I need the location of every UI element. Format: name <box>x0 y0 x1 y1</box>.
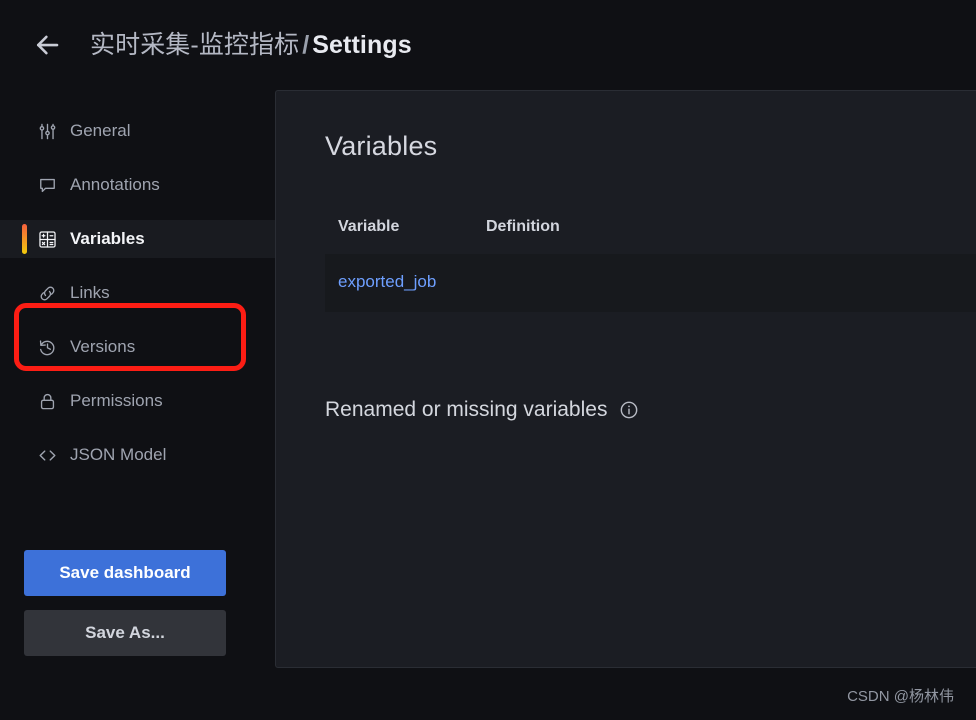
watermark: CSDN @杨林伟 <box>847 688 954 705</box>
lock-icon <box>36 390 58 412</box>
sidebar-item-label: Permissions <box>70 391 163 410</box>
info-circle-icon[interactable] <box>619 400 639 420</box>
table-cell-definition <box>473 254 976 312</box>
table-header-row: Variable Definition <box>325 218 976 254</box>
column-header-variable: Variable <box>338 218 400 235</box>
sidebar-item-links[interactable]: Links <box>0 274 275 312</box>
sidebar-item-label: Links <box>70 283 110 302</box>
sidebar-item-label: Versions <box>70 337 136 356</box>
renamed-variables-title: Renamed or missing variables <box>325 398 608 421</box>
sidebar-item-label: Variables <box>70 229 145 248</box>
save-as-button[interactable]: Save As... <box>24 610 226 656</box>
breadcrumb-current: Settings <box>312 31 412 59</box>
table-cell-variable: exported_job <box>325 254 473 312</box>
breadcrumb-dashboard-link[interactable]: 实时采集-监控指标 <box>90 31 299 59</box>
history-icon <box>36 336 58 358</box>
sidebar-item-variables[interactable]: Variables <box>0 220 275 258</box>
comment-icon <box>36 174 58 196</box>
sidebar-item-label: JSON Model <box>70 445 167 464</box>
save-dashboard-button[interactable]: Save dashboard <box>24 550 226 596</box>
arrow-left-icon <box>32 30 62 60</box>
sidebar-item-permissions[interactable]: Permissions <box>0 382 275 420</box>
column-header-definition: Definition <box>486 218 560 235</box>
back-button[interactable] <box>30 28 64 62</box>
sidebar-item-versions[interactable]: Versions <box>0 328 275 366</box>
variables-table-body: exported_job <box>325 254 976 312</box>
breadcrumb-separator: / <box>302 31 310 59</box>
settings-nav-list: General Annotations Variables Links Vers… <box>0 112 275 474</box>
link-icon <box>36 282 58 304</box>
sliders-icon <box>36 120 58 142</box>
page-title: Variables <box>325 131 438 161</box>
variable-name-link[interactable]: exported_job <box>338 272 436 291</box>
page-header: 实时采集-监控指标 / Settings <box>0 0 976 90</box>
sidebar-item-label: General <box>70 121 131 140</box>
settings-content-panel: Variables Variable Definition exported_j… <box>275 90 976 668</box>
variables-table-head: Variable Definition <box>325 218 976 254</box>
sidebar-item-label: Annotations <box>70 175 160 194</box>
breadcrumb: 实时采集-监控指标 / Settings <box>90 30 412 60</box>
settings-sidebar: General Annotations Variables Links Vers… <box>0 90 275 668</box>
calculator-icon <box>36 228 58 250</box>
variables-table: Variable Definition exported_job <box>325 218 976 312</box>
sidebar-item-general[interactable]: General <box>0 112 275 150</box>
code-brackets-icon <box>36 444 58 466</box>
renamed-variables-section: Renamed or missing variables <box>325 398 976 422</box>
table-row[interactable]: exported_job <box>325 254 976 312</box>
sidebar-item-annotations[interactable]: Annotations <box>0 166 275 204</box>
sidebar-actions: Save dashboard Save As... <box>24 550 226 656</box>
sidebar-item-json-model[interactable]: JSON Model <box>0 436 275 474</box>
page-body: General Annotations Variables Links Vers… <box>0 90 976 720</box>
